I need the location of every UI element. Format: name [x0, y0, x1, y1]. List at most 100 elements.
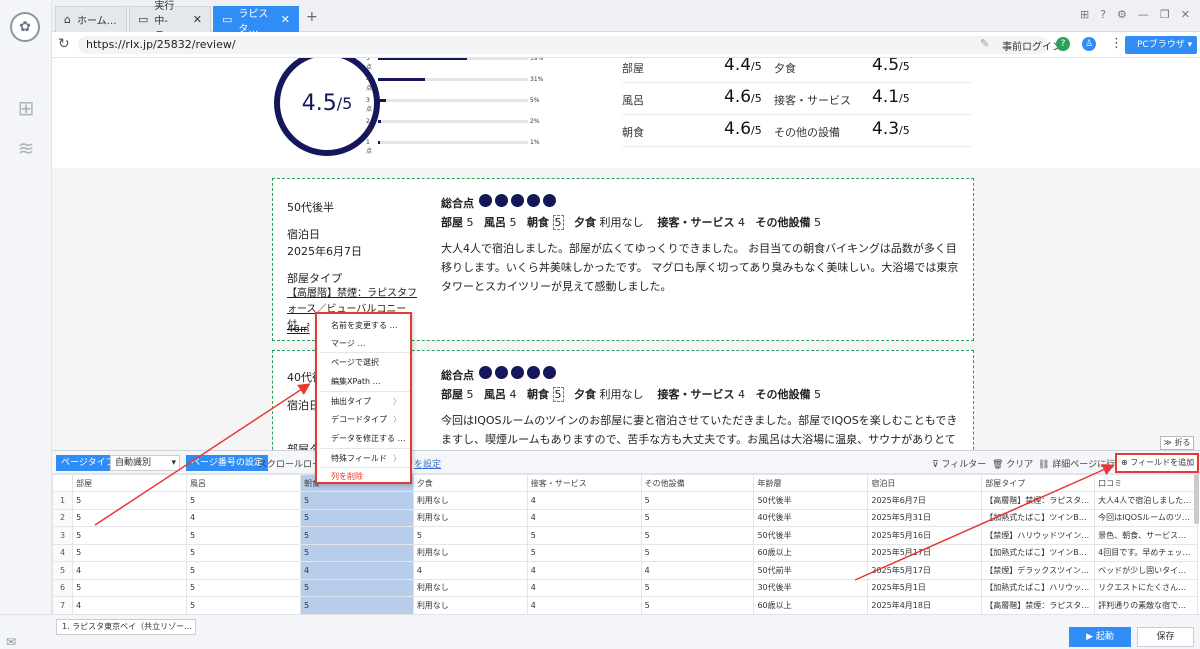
table-cell[interactable]: 50代後半 [753, 526, 869, 545]
row-number[interactable]: 5 [52, 561, 74, 580]
save-button[interactable]: 保存 [1137, 627, 1194, 647]
minimize-icon[interactable]: — [1138, 8, 1149, 21]
row-number[interactable]: 4 [52, 543, 74, 562]
gear-icon[interactable]: ⚙ [1117, 8, 1127, 21]
column-header[interactable]: 接客・サービス [526, 474, 642, 492]
task-tab[interactable]: 1. ラピスタ東京ベイ（共立リゾー… [56, 619, 196, 635]
column-header[interactable]: 夕食 [412, 474, 528, 492]
menu-item-select-in-page[interactable]: ページで選択 [331, 357, 379, 368]
clear-button[interactable]: 🗑 クリア [992, 457, 1033, 470]
start-button[interactable]: ▶ 起動 [1069, 627, 1131, 647]
table-row[interactable]: 4 5 5 5 利用なし 5 5 60歳以上 2025年5月17日 【加熱式たばこ】ツインB／… 4… [52, 543, 1198, 562]
table-cell[interactable]: 景色、朝食、サービス全て完… [1094, 526, 1198, 545]
table-cell[interactable]: 【高層階】禁煙：ラピスタフ… [981, 491, 1096, 510]
mail-icon[interactable]: ✉ [6, 635, 16, 649]
table-cell[interactable]: 5 [299, 578, 414, 597]
gift-icon[interactable]: ⊞ [1080, 8, 1089, 21]
table-cell[interactable]: 今回はIQOSルームのツイン… [1094, 508, 1198, 527]
table-cell[interactable]: 4 [526, 508, 642, 527]
table-cell[interactable]: 5 [640, 543, 755, 562]
table-cell[interactable]: 2025年5月17日 [867, 543, 983, 562]
table-cell[interactable]: 【禁煙】デラックスツイン／… [981, 561, 1096, 580]
table-cell[interactable]: 60歳以上 [753, 543, 869, 562]
table-cell[interactable]: 利用なし [412, 491, 528, 510]
column-header[interactable]: 口コミ [1094, 474, 1198, 492]
table-cell[interactable]: 4 [299, 561, 414, 580]
table-cell[interactable]: 5 [72, 578, 188, 597]
menu-item-modify-data[interactable]: データを修正する … [331, 433, 406, 444]
close-icon[interactable]: ✕ [193, 13, 202, 26]
column-header[interactable]: その他設備 [640, 474, 755, 492]
table-cell[interactable]: 4 [72, 596, 188, 614]
table-cell[interactable]: 5 [640, 596, 755, 614]
table-cell[interactable]: 40代後半 [753, 508, 869, 527]
table-cell[interactable]: 2025年6月7日 [867, 491, 983, 510]
table-cell[interactable]: 5 [186, 561, 301, 580]
app-logo-icon[interactable]: ✿ [10, 12, 40, 42]
table-row[interactable]: 7 4 5 5 利用なし 4 5 60歳以上 2025年4月18日 【高層階】禁煙：ラピスタハ… 評… [52, 596, 1198, 614]
table-cell[interactable]: 5 [299, 543, 414, 562]
add-field-button[interactable]: ⊕ フィールドを追加 [1115, 453, 1199, 473]
tab-lapista[interactable]: ▭ ラピスタ… ✕ [213, 6, 299, 35]
table-cell[interactable]: 利用なし [412, 596, 528, 614]
table-cell[interactable]: 4回目です。早めチェックイ… [1094, 543, 1198, 562]
table-cell[interactable]: 4 [72, 561, 188, 580]
column-header[interactable]: 年齢層 [753, 474, 869, 492]
pc-browser-button[interactable]: PCブラウザ ▾ [1125, 36, 1197, 54]
table-cell[interactable]: 5 [186, 526, 301, 545]
prelogin-button[interactable]: 事前ログイン [1002, 38, 1062, 53]
fold-button[interactable]: ≫ 折る [1160, 436, 1194, 450]
table-cell[interactable]: 5 [186, 543, 301, 562]
menu-item-decode-type[interactable]: デコードタイプ〉 [331, 414, 401, 425]
table-cell[interactable]: 4 [412, 561, 528, 580]
table-cell[interactable]: 50代後半 [753, 491, 869, 510]
table-cell[interactable]: 4 [526, 491, 642, 510]
table-cell[interactable]: 5 [299, 596, 414, 614]
table-cell[interactable]: 【加熱式たばこ】ツインB／… [981, 543, 1096, 562]
row-number[interactable]: 6 [52, 578, 74, 597]
more-icon[interactable]: ⋮ [1110, 36, 1123, 51]
menu-item-delete-column[interactable]: 列を削除 [331, 471, 363, 482]
row-number[interactable]: 2 [52, 508, 74, 527]
table-cell[interactable]: 5 [299, 491, 414, 510]
table-cell[interactable]: 4 [526, 578, 642, 597]
table-cell[interactable]: 2025年5月31日 [867, 508, 983, 527]
help-circle-icon[interactable]: ? [1056, 37, 1070, 51]
table-cell[interactable]: 【禁煙】ハリウッドツインA… [981, 526, 1096, 545]
detail-page-button[interactable]: ⛓ 詳細ページに行く [1038, 457, 1124, 470]
table-cell[interactable]: 利用なし [412, 578, 528, 597]
table-cell[interactable]: 4 [640, 561, 755, 580]
table-cell[interactable]: 60歳以上 [753, 596, 869, 614]
column-header[interactable]: 風呂 [186, 474, 301, 492]
table-cell[interactable]: 5 [640, 491, 755, 510]
table-cell[interactable]: 大人4人で宿泊しました。部… [1094, 491, 1198, 510]
table-cell[interactable]: 【加熱式たばこ】ハリウッド… [981, 578, 1096, 597]
layers-icon[interactable]: ≋ [14, 136, 38, 160]
table-cell[interactable]: 利用なし [412, 543, 528, 562]
tab-home[interactable]: ⌂ ホーム… [55, 6, 127, 32]
column-header[interactable]: 部屋タイプ [981, 474, 1096, 492]
table-cell[interactable]: 5 [299, 508, 414, 527]
table-cell[interactable]: 2025年4月18日 [867, 596, 983, 614]
menu-item-special-field[interactable]: 特殊フィールド〉 [331, 453, 401, 464]
table-cell[interactable]: 5 [186, 578, 301, 597]
url-input[interactable]: https://rlx.jp/25832/review/ [78, 36, 1048, 54]
table-scrollbar[interactable] [1194, 474, 1199, 524]
new-tab-icon[interactable]: + [306, 9, 318, 25]
tab-running[interactable]: ▭実行中-ラ…✕ [129, 1, 211, 42]
table-cell[interactable]: 5 [72, 491, 188, 510]
table-row[interactable]: 1 5 5 5 利用なし 4 5 50代後半 2025年6月7日 【高層階】禁煙：ラピスタフ… 大人… [52, 491, 1198, 510]
pencil-icon[interactable]: ✎ [980, 37, 989, 50]
table-cell[interactable]: 5 [186, 596, 301, 614]
table-cell[interactable]: 評判通りの素敵な宿でした。… [1094, 596, 1198, 614]
new-task-icon[interactable]: ⊞ [14, 96, 38, 120]
table-cell[interactable]: 5 [412, 526, 528, 545]
column-header[interactable]: 宿泊日 [867, 474, 983, 492]
table-cell[interactable]: 5 [186, 491, 301, 510]
table-cell[interactable]: 5 [640, 578, 755, 597]
table-row[interactable]: 6 5 5 5 利用なし 4 5 30代後半 2025年5月1日 【加熱式たばこ】ハリウッド… リク… [52, 578, 1198, 597]
reload-icon[interactable]: ↻ [58, 36, 70, 52]
table-cell[interactable]: 5 [72, 508, 188, 527]
table-cell[interactable]: 4 [526, 596, 642, 614]
table-cell[interactable]: 【加熱式たばこ】ツインB／… [981, 508, 1096, 527]
